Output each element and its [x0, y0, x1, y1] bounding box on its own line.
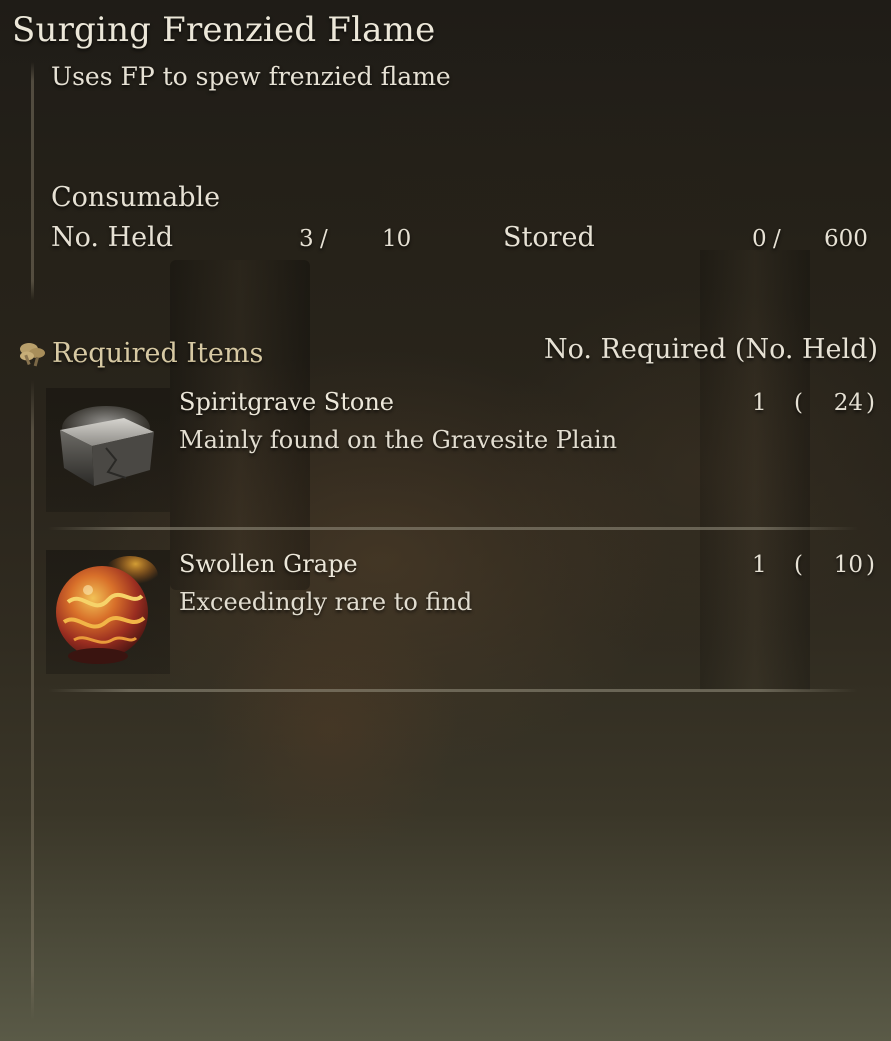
open-paren: ( [794, 552, 803, 578]
item-flavor-text: Mainly found on the Gravesite Plain [179, 426, 618, 454]
item-flavor-text: Exceedingly rare to find [179, 588, 473, 616]
held-count: 10 [833, 552, 863, 578]
item-title: Surging Frenzied Flame [12, 10, 436, 50]
required-items-title: Required Items [52, 337, 264, 369]
row-divider [48, 527, 858, 530]
item-category: Consumable [51, 182, 221, 213]
item-description: Uses FP to spew frenzied flame [51, 62, 451, 91]
held-count: 24 [833, 390, 863, 416]
required-column-header: No. Required (No. Held) [543, 334, 878, 365]
stored-label: Stored [503, 222, 595, 253]
held-max: 10 [382, 226, 412, 252]
stored-count: 0 [752, 226, 767, 252]
vertical-rule-top [31, 62, 34, 300]
required-count: 1 [752, 552, 767, 578]
held-count: 3 [299, 226, 314, 252]
close-paren: ) [866, 552, 875, 578]
required-item-row: Spiritgrave Stone Mainly found on the Gr… [46, 386, 891, 526]
swollen-grape-icon [46, 550, 170, 674]
spiritgrave-stone-icon [46, 388, 170, 512]
open-paren: ( [794, 390, 803, 416]
item-name: Spiritgrave Stone [179, 388, 395, 416]
required-item-row: Swollen Grape Exceedingly rare to find 1… [46, 548, 891, 688]
held-slash: / [320, 226, 328, 252]
vertical-rule-bottom [31, 380, 34, 1020]
stored-max: 600 [824, 226, 868, 252]
row-divider [48, 689, 858, 692]
held-label: No. Held [51, 222, 174, 253]
required-items-header: Required Items [16, 334, 263, 372]
close-paren: ) [866, 390, 875, 416]
item-name: Swollen Grape [179, 550, 358, 578]
stored-slash: / [773, 226, 781, 252]
mushroom-cluster-icon [20, 343, 45, 367]
required-count: 1 [752, 390, 767, 416]
